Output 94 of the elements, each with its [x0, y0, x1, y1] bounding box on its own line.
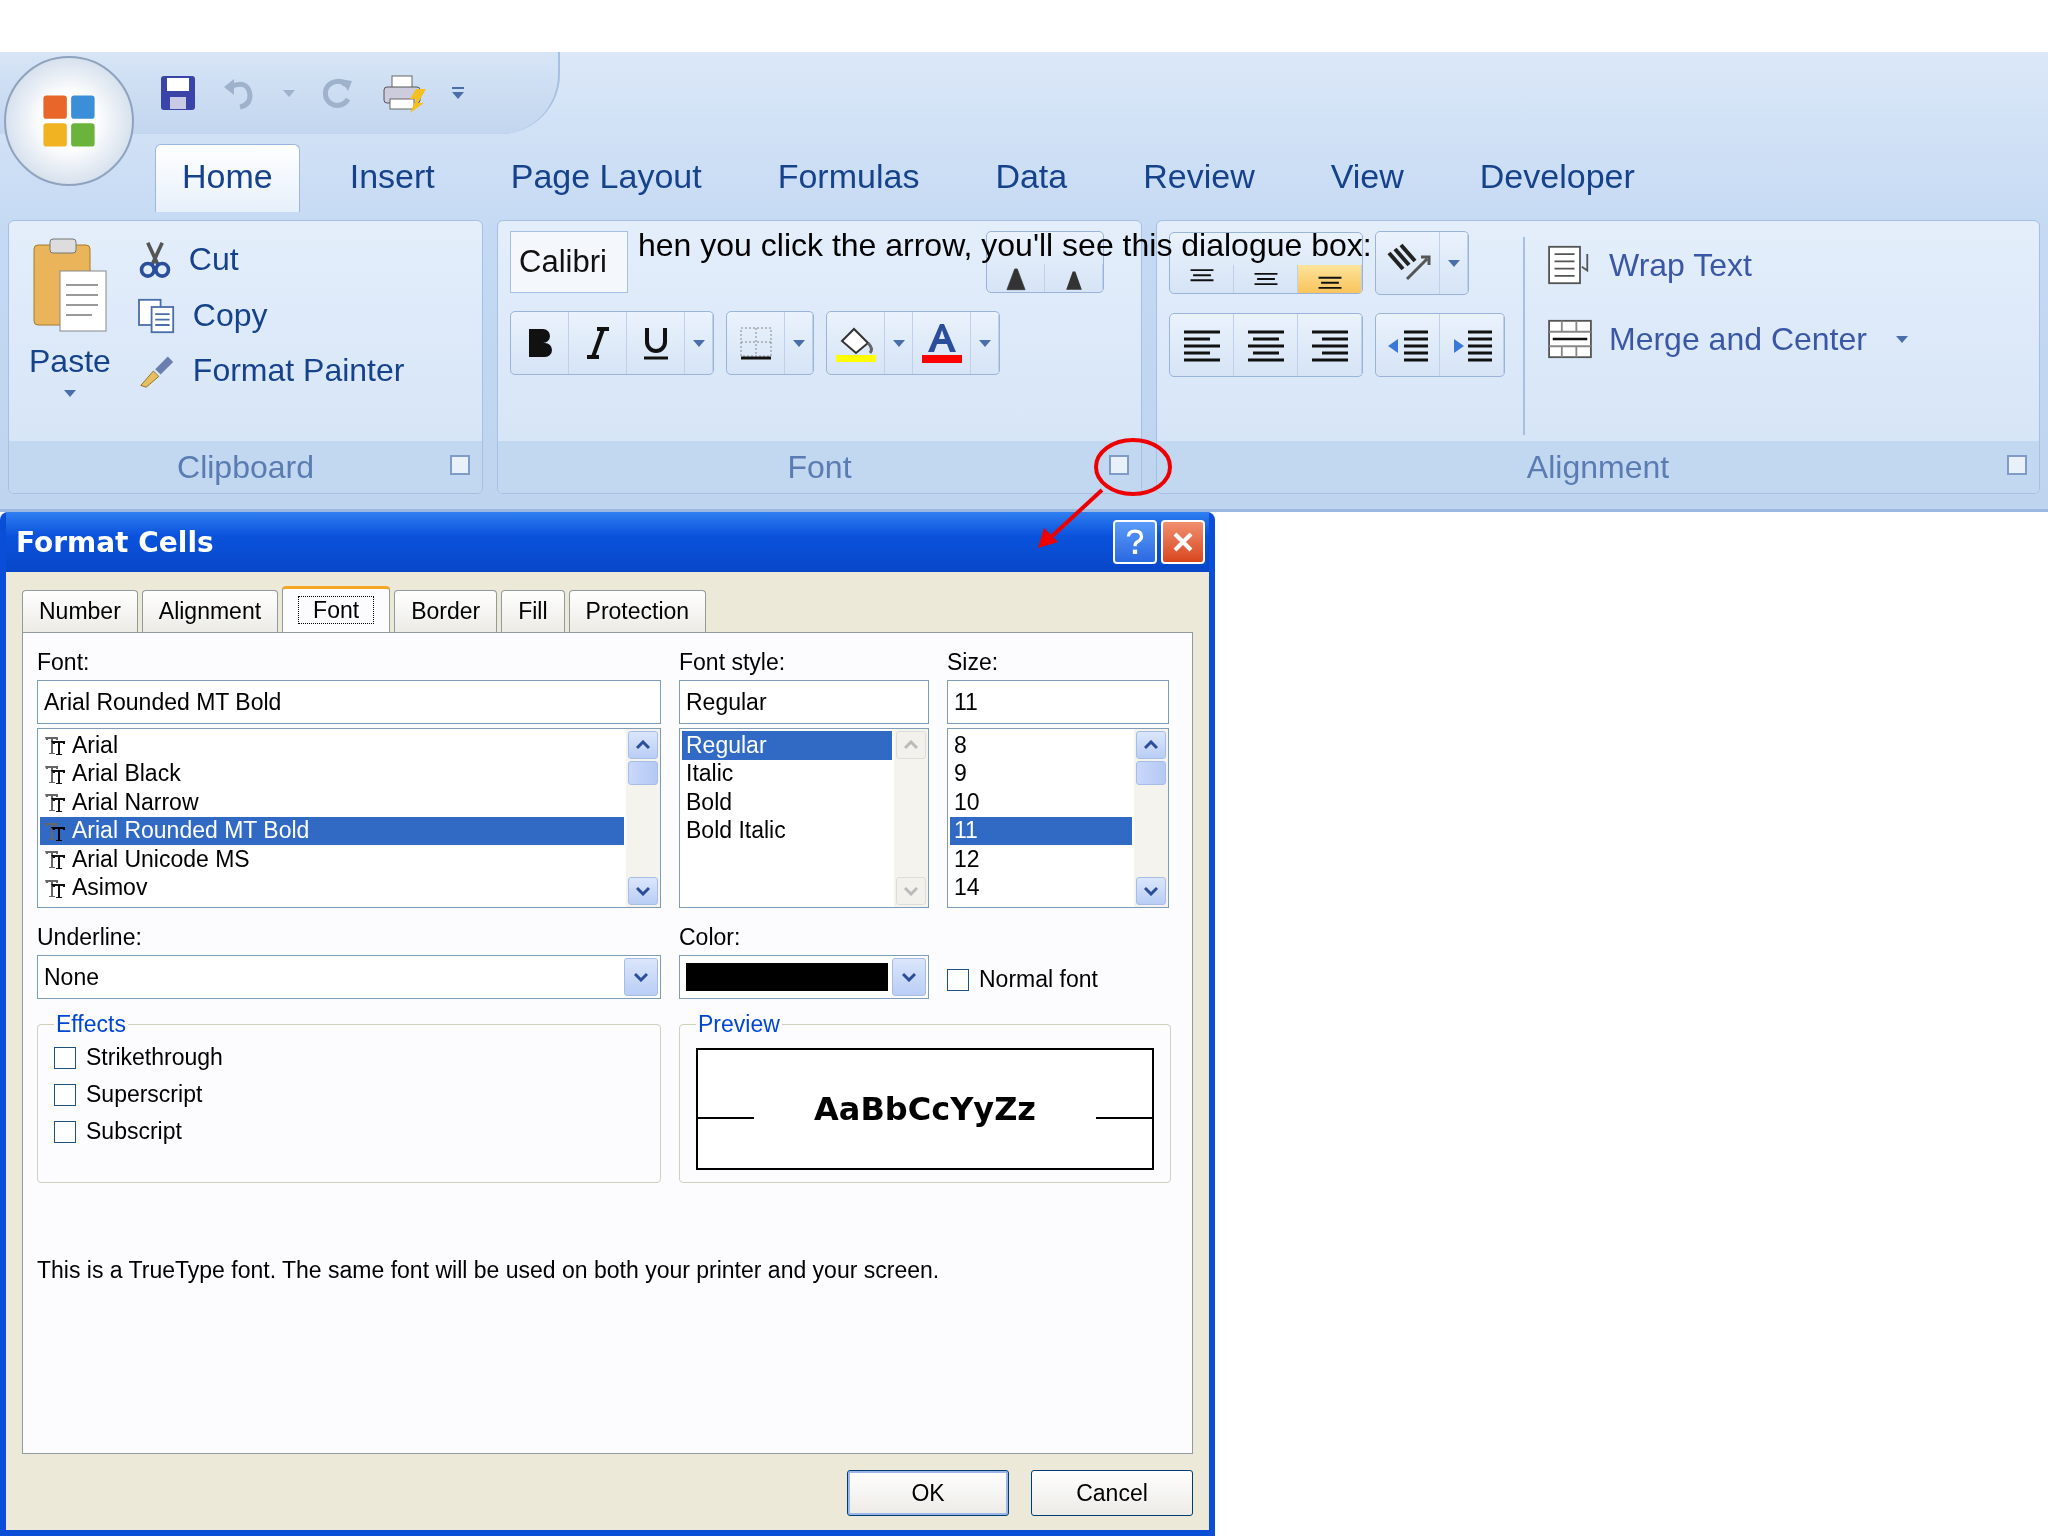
input-field[interactable]: Arial Rounded MT Bold: [37, 680, 661, 724]
list-item[interactable]: 9: [950, 759, 1132, 788]
list-item[interactable]: Arial Rounded MT Bold: [40, 816, 624, 845]
underline-dropdown[interactable]: None: [37, 955, 661, 999]
dialog-tab[interactable]: Font: [282, 586, 391, 632]
field-label: Underline:: [37, 924, 143, 951]
ribbon-tab[interactable]: Formulas: [751, 145, 946, 212]
list-item[interactable]: Italic: [682, 759, 892, 788]
dialog-tab[interactable]: Border: [394, 590, 498, 632]
ok-button[interactable]: OK: [847, 1470, 1009, 1516]
dropdown-button[interactable]: [892, 958, 926, 996]
dialog-tab[interactable]: Fill: [501, 590, 565, 632]
dialog-tab[interactable]: Number: [22, 590, 138, 632]
ribbon-tab[interactable]: Page Layout: [484, 145, 728, 212]
save-icon[interactable]: [158, 73, 198, 113]
wrap-text-button[interactable]: Wrap Text: [1543, 243, 1913, 287]
normal-font-checkbox[interactable]: Normal font: [947, 966, 1169, 993]
truetype-icon: [44, 877, 66, 898]
list-item[interactable]: Arial Black: [40, 759, 624, 788]
list-item[interactable]: Arial Narrow: [40, 788, 624, 817]
window-title: Format Cells: [16, 525, 214, 559]
list-item[interactable]: Regular: [682, 731, 892, 760]
truetype-icon: [44, 735, 66, 756]
font-name-field[interactable]: Calibri: [510, 231, 628, 293]
field-label: Size:: [947, 649, 1000, 676]
merge-and-center-button[interactable]: Merge and Center: [1543, 317, 1913, 361]
chevron-up-icon: [636, 740, 650, 750]
truetype-icon: [44, 792, 66, 813]
ribbon-tab[interactable]: Home: [155, 144, 300, 212]
color-dropdown[interactable]: [679, 955, 929, 999]
list-item[interactable]: 11: [950, 816, 1132, 845]
caption-text: hen you click the arrow, you'll see this dialogue box:: [638, 228, 1372, 262]
list-item[interactable]: 14: [950, 873, 1132, 902]
close-icon[interactable]: [1161, 520, 1205, 564]
merge-cells-icon: [1547, 319, 1593, 359]
pointer-arrow: [1036, 488, 1106, 550]
group-title: Preview: [697, 1011, 781, 1038]
truetype-icon: [44, 849, 66, 870]
copy-button[interactable]: Copy: [132, 295, 409, 336]
scroll-up-button[interactable]: [628, 731, 658, 759]
ribbon-tab[interactable]: Developer: [1453, 145, 1661, 212]
list-item[interactable]: Asimov: [40, 873, 624, 902]
customize-arrow-icon[interactable]: [450, 86, 466, 100]
scrollbar-thumb[interactable]: [1136, 761, 1166, 785]
list-item[interactable]: Bold Italic: [682, 816, 892, 845]
input-field[interactable]: Regular: [679, 680, 929, 724]
group-title: Clipboard: [177, 448, 314, 486]
dialog-tab[interactable]: Protection: [568, 590, 707, 632]
truetype-icon: [44, 763, 66, 784]
chevron-down-icon: [634, 972, 648, 982]
input-field[interactable]: 11: [947, 680, 1169, 724]
scroll-up-button[interactable]: [1136, 731, 1166, 759]
group-title: Font: [787, 448, 852, 486]
list-item[interactable]: 10: [950, 788, 1132, 817]
chevron-down-icon: [1144, 886, 1158, 896]
field-label: Font style:: [679, 649, 787, 676]
cancel-button[interactable]: Cancel: [1031, 1470, 1193, 1516]
group-title: Effects: [55, 1011, 127, 1038]
ribbon-tab[interactable]: Review: [1117, 145, 1281, 212]
caret-icon: [1894, 334, 1909, 344]
field-label: Font:: [37, 649, 91, 676]
copy-icon: [136, 297, 177, 334]
help-icon[interactable]: [1113, 520, 1157, 564]
paste-button[interactable]: Paste: [21, 231, 119, 441]
effect-checkbox[interactable]: Subscript: [54, 1118, 644, 1145]
group-title: Alignment: [1526, 448, 1670, 486]
chevron-down-icon: [904, 886, 918, 896]
caret-icon: [62, 388, 77, 398]
effect-checkbox[interactable]: Superscript: [54, 1081, 644, 1108]
vertical-align-icon[interactable]: [1298, 265, 1362, 293]
dropdown-button[interactable]: [624, 958, 658, 996]
chevron-down-icon: [902, 972, 916, 982]
scroll-down-button[interactable]: [1136, 877, 1166, 905]
ribbon-tab[interactable]: Data: [969, 145, 1094, 212]
chevron-up-icon: [1144, 740, 1158, 750]
list-item[interactable]: 8: [950, 731, 1132, 760]
format-painter-button[interactable]: Format Painter: [132, 350, 409, 391]
chevron-up-icon: [904, 740, 918, 750]
truetype-icon: [44, 820, 66, 841]
ribbon-tab[interactable]: Insert: [323, 145, 461, 212]
dialog-tab[interactable]: Alignment: [141, 590, 279, 632]
printer-icon[interactable]: [380, 73, 428, 113]
cut-button[interactable]: Cut: [132, 237, 409, 281]
effect-checkbox[interactable]: Strikethrough: [54, 1044, 644, 1071]
list-item[interactable]: 12: [950, 845, 1132, 874]
scrollbar-thumb[interactable]: [628, 761, 658, 785]
chevron-down-icon: [636, 886, 650, 896]
ribbon-tab[interactable]: View: [1304, 145, 1430, 212]
scroll-down-button[interactable]: [628, 877, 658, 905]
list-item[interactable]: Arial: [40, 731, 624, 760]
list-item[interactable]: Bold: [682, 788, 892, 817]
list-item[interactable]: Arial Unicode MS: [40, 845, 624, 874]
info-text: This is a TrueType font. The same font will be used on both your printer and your screen.: [37, 1257, 941, 1284]
field-label: Color:: [679, 924, 742, 951]
